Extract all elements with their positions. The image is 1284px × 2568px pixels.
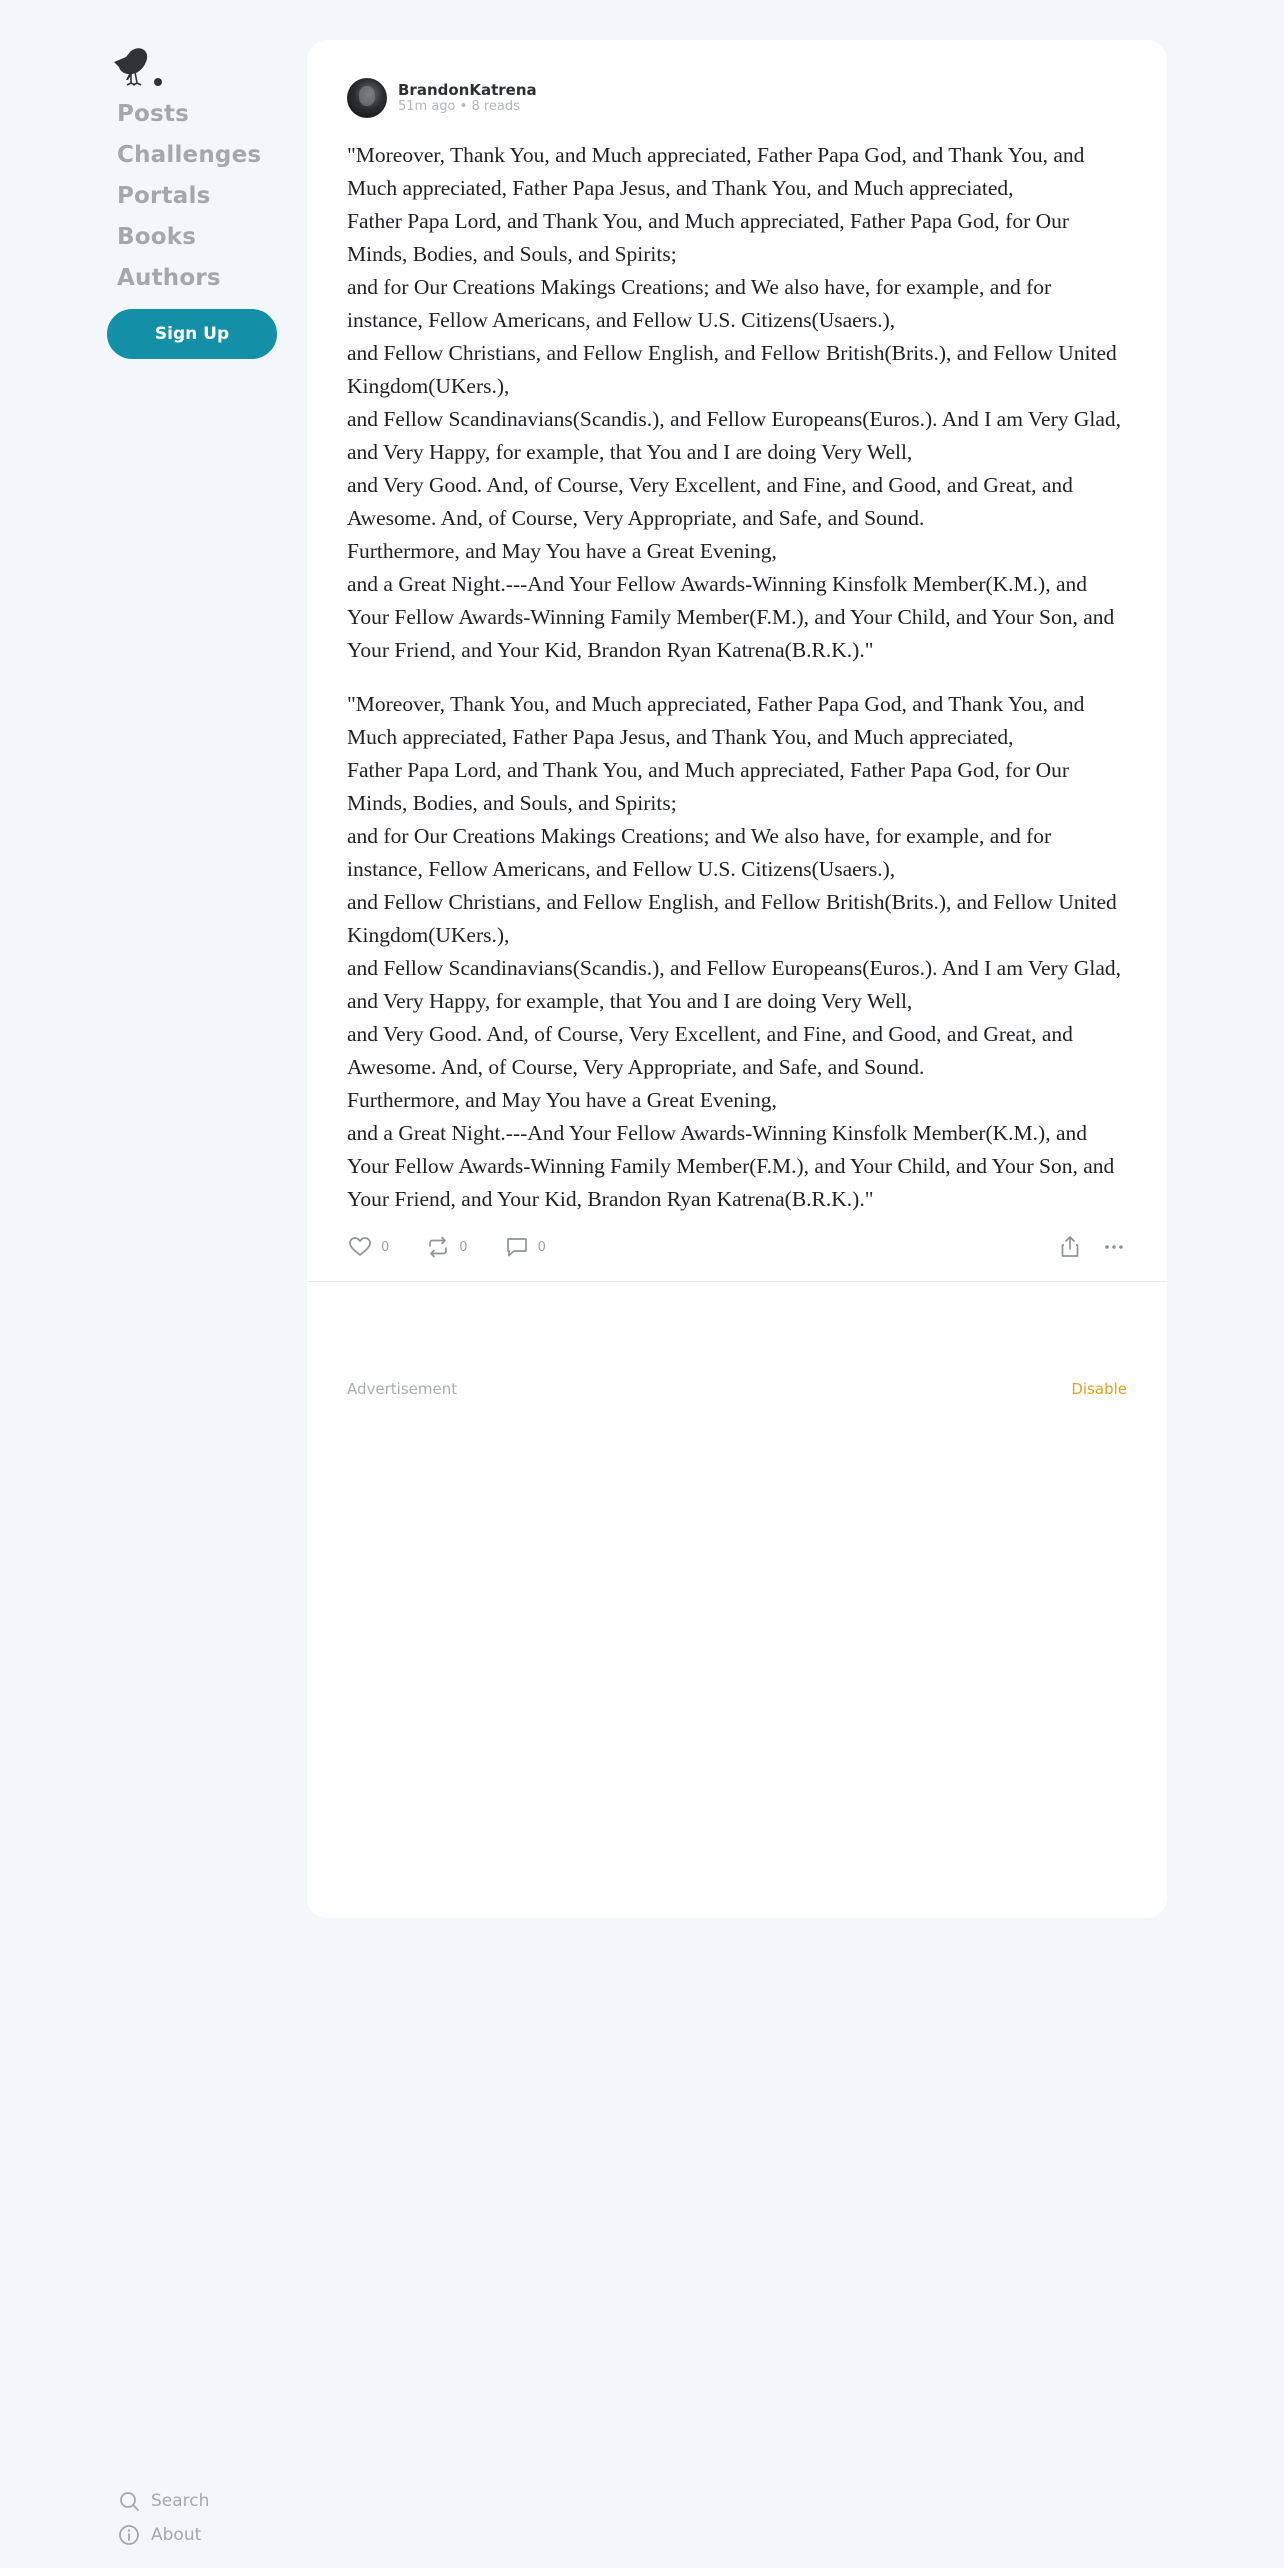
share-icon[interactable] <box>1057 1234 1083 1260</box>
footer-search-label: Search <box>151 2491 210 2511</box>
repost-count: 0 <box>459 1239 468 1255</box>
post-line: and Fellow Scandinavians(Scandis.), and … <box>347 407 1122 464</box>
comment-button[interactable]: 0 <box>504 1234 546 1260</box>
heart-icon <box>349 1237 371 1256</box>
post-secondary-actions <box>1039 1234 1127 1260</box>
nav-posts[interactable]: Posts <box>117 94 261 135</box>
divider <box>307 1281 1167 1282</box>
comment-icon <box>506 1238 527 1257</box>
nav-portals[interactable]: Portals <box>117 176 261 217</box>
nav-authors[interactable]: Authors <box>117 258 261 299</box>
comment-count: 0 <box>537 1239 546 1255</box>
more-options-icon[interactable] <box>1101 1234 1127 1260</box>
nav-books[interactable]: Books <box>117 217 261 258</box>
post-line: "Moreover, Thank You, and Much appreciat… <box>347 143 1085 200</box>
post-line: and Fellow Christians, and Fellow Englis… <box>347 341 1117 398</box>
post-line: and Fellow Scandinavians(Scandis.), and … <box>347 956 1122 1013</box>
post-line: and a Great Night.---And Your Fellow Awa… <box>347 572 1115 662</box>
post-paragraph: "Moreover, Thank You, and Much appreciat… <box>347 688 1127 1216</box>
main-nav: Posts Challenges Portals Books Authors <box>117 94 261 299</box>
post-line: and Very Good. And, of Course, Very Exce… <box>347 1022 1073 1079</box>
like-count: 0 <box>381 1239 390 1255</box>
footer-about-label: About <box>151 2525 202 2545</box>
sidebar-footer: Search About <box>117 2484 209 2552</box>
post-line: and for Our Creations Makings Creations;… <box>347 275 1052 332</box>
info-icon <box>119 2525 139 2545</box>
repost-icon <box>429 1236 448 1258</box>
post-meta: 51m ago • 8 reads <box>398 99 520 114</box>
post-line: Father Papa Lord, and Thank You, and Muc… <box>347 758 1070 815</box>
post-line: "Moreover, Thank You, and Much appreciat… <box>347 692 1085 749</box>
like-button[interactable]: 0 <box>347 1234 389 1260</box>
post-line: and for Our Creations Makings Creations;… <box>347 824 1052 881</box>
advertisement-label: Advertisement <box>347 1380 458 1398</box>
post-line: and Fellow Christians, and Fellow Englis… <box>347 890 1117 947</box>
post-line: and Very Good. And, of Course, Very Exce… <box>347 473 1073 530</box>
post-line: Father Papa Lord, and Thank You, and Muc… <box>347 209 1070 266</box>
post-actions: 0 0 0 <box>347 1234 1127 1260</box>
sign-up-button[interactable]: Sign Up <box>107 309 277 359</box>
disable-ads-link[interactable]: Disable <box>1071 1380 1127 1398</box>
footer-about-link[interactable]: About <box>117 2518 209 2552</box>
crow-logo-icon[interactable] <box>112 42 166 88</box>
repost-button[interactable]: 0 <box>425 1234 468 1260</box>
post-body: "Moreover, Thank You, and Much appreciat… <box>347 139 1127 1237</box>
avatar[interactable] <box>347 78 387 118</box>
post-line: Furthermore, and May You have a Great Ev… <box>347 1088 777 1112</box>
author-name[interactable]: BrandonKatrena <box>398 81 537 99</box>
post-line: and a Great Night.---And Your Fellow Awa… <box>347 1121 1115 1211</box>
nav-challenges[interactable]: Challenges <box>117 135 261 176</box>
search-icon <box>120 2492 139 2511</box>
post-author-header[interactable]: BrandonKatrena 51m ago • 8 reads <box>347 78 537 118</box>
footer-search-link[interactable]: Search <box>117 2484 209 2518</box>
post-line: Furthermore, and May You have a Great Ev… <box>347 539 777 563</box>
post-paragraph: "Moreover, Thank You, and Much appreciat… <box>347 139 1127 667</box>
post-card: BrandonKatrena 51m ago • 8 reads "Moreov… <box>307 40 1167 1918</box>
